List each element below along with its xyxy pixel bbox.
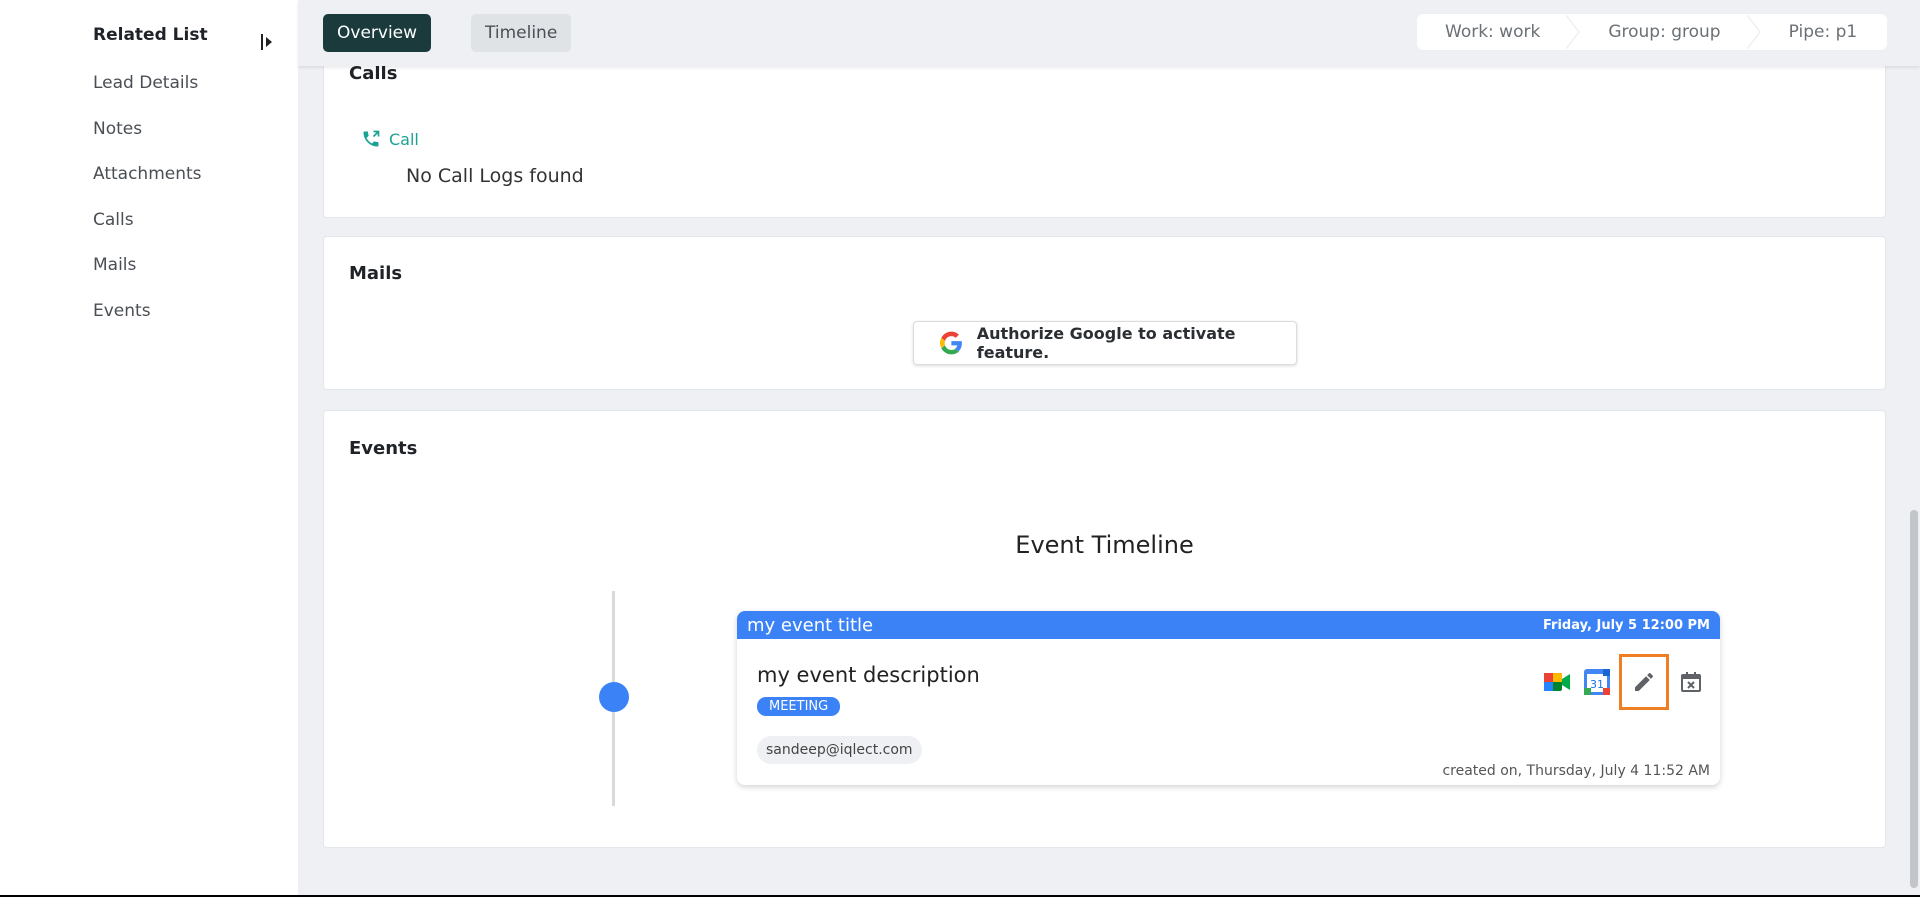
call-link-label: Call: [389, 129, 419, 149]
events-card: Events Event Timeline my event title Fri…: [323, 410, 1886, 848]
breadcrumb-separator: [1565, 14, 1581, 50]
event-title: my event title: [747, 614, 874, 636]
google-meet-button[interactable]: [1537, 662, 1577, 702]
collapse-sidebar-icon[interactable]: [260, 33, 274, 51]
breadcrumb-separator: [1745, 14, 1761, 50]
sidebar-item-calls[interactable]: Calls: [93, 210, 134, 230]
google-logo-icon: [940, 331, 962, 355]
events-title: Events: [349, 438, 418, 459]
calendar-day: 31: [1590, 678, 1604, 691]
sidebar-item-events[interactable]: Events: [93, 301, 151, 321]
page: Related List Lead Details Notes Attachme…: [0, 0, 1920, 895]
edit-pencil-icon: [1635, 672, 1654, 691]
cancel-event-button[interactable]: [1671, 662, 1711, 702]
google-meet-icon: [1544, 673, 1570, 691]
edit-event-button[interactable]: [1619, 654, 1669, 710]
tab-overview[interactable]: Overview: [323, 14, 432, 52]
top-bar: Overview Timeline Work: work Group: grou…: [298, 0, 1920, 66]
event-header: my event title Friday, July 5 12:00 PM: [737, 611, 1720, 639]
authorize-google-label: Authorize Google to activate feature.: [976, 324, 1236, 362]
sidebar-item-attachments[interactable]: Attachments: [93, 164, 202, 184]
event-card: my event title Friday, July 5 12:00 PM m…: [737, 611, 1720, 785]
event-actions: 31: [1537, 654, 1711, 710]
related-list-sidebar: Related List Lead Details Notes Attachme…: [0, 0, 298, 895]
event-created-timestamp: created on, Thursday, July 4 11:52 AM: [1442, 763, 1710, 779]
breadcrumb: Work: work Group: group Pipe: p1: [1417, 14, 1888, 50]
calendar-cancel-icon: [1681, 672, 1701, 692]
event-description: my event description: [757, 663, 980, 687]
timeline-dot: [599, 682, 629, 712]
authorize-google-button[interactable]: Authorize Google to activate feature.: [913, 321, 1297, 365]
no-call-logs-text: No Call Logs found: [406, 165, 584, 187]
breadcrumb-group[interactable]: Group: group: [1580, 14, 1746, 50]
vertical-scrollbar[interactable]: [1908, 0, 1920, 895]
mails-title: Mails: [349, 263, 403, 284]
tab-timeline[interactable]: Timeline: [471, 14, 572, 52]
attendee-chip: sandeep@iqlect.com: [757, 736, 922, 764]
mails-card: Mails Authorize Google to activate featu…: [323, 236, 1886, 390]
phone-call-icon: [363, 130, 380, 147]
sidebar-title: Related List: [93, 25, 208, 45]
google-calendar-icon: 31: [1584, 669, 1610, 695]
event-date: Friday, July 5 12:00 PM: [1542, 617, 1710, 633]
scrollbar-thumb[interactable]: [1910, 510, 1918, 888]
breadcrumb-work[interactable]: Work: work: [1417, 14, 1566, 50]
event-timeline-heading: Event Timeline: [1015, 531, 1194, 559]
event-type-badge: MEETING: [757, 697, 841, 716]
calls-title: Calls: [349, 63, 398, 84]
sidebar-item-notes[interactable]: Notes: [93, 119, 142, 139]
call-link[interactable]: Call: [361, 129, 419, 149]
breadcrumb-pipe[interactable]: Pipe: p1: [1761, 14, 1888, 50]
google-calendar-button[interactable]: 31: [1577, 662, 1617, 702]
calls-card: Calls Call No Call Logs found: [323, 50, 1886, 218]
sidebar-item-lead-details[interactable]: Lead Details: [93, 73, 198, 93]
sidebar-item-mails[interactable]: Mails: [93, 255, 136, 275]
